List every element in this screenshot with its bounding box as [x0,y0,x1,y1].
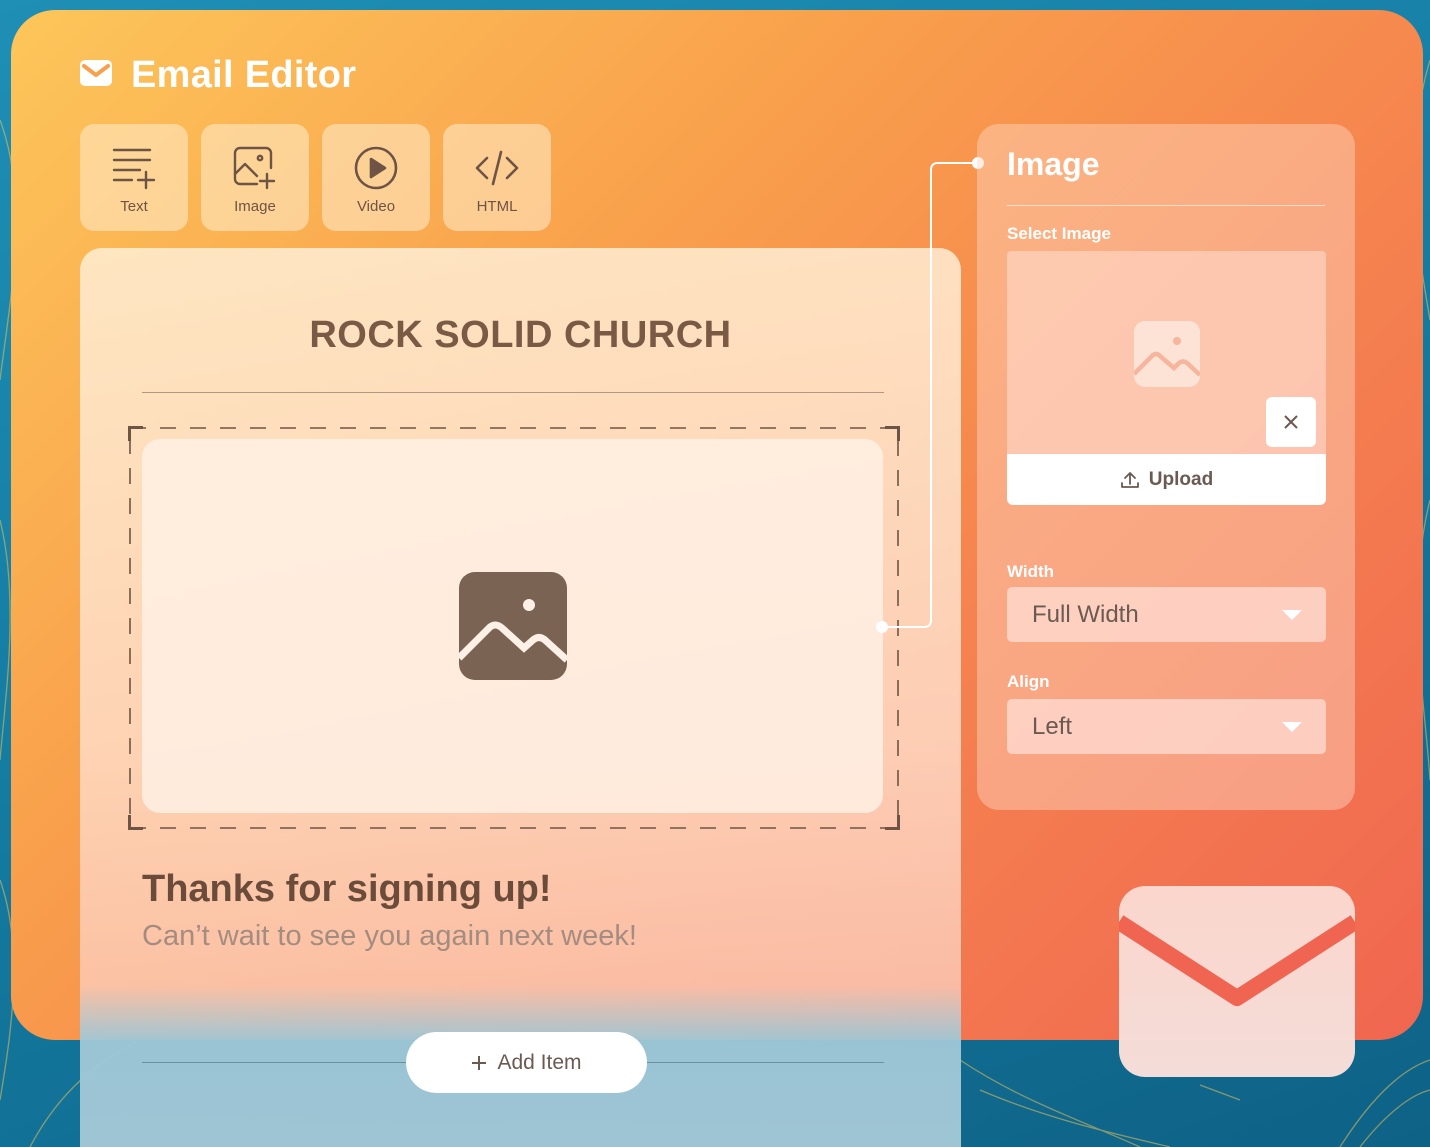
panel-divider [1007,205,1325,206]
tool-image-button[interactable]: Image [201,124,309,231]
width-value: Full Width [1032,600,1139,628]
chevron-down-icon [1282,722,1302,732]
width-label: Width [1007,562,1055,581]
tool-text-label: Text [120,198,148,215]
align-select[interactable]: Left [1007,699,1326,754]
email-heading[interactable]: ROCK SOLID CHURCH [80,314,961,357]
plus-icon [472,1055,487,1070]
tool-text-button[interactable]: Text [80,124,188,231]
upload-icon [1120,471,1139,488]
thanks-subtext[interactable]: Can’t wait to see you again next week! [142,920,637,953]
panel-title: Image [1007,146,1100,182]
heading-divider [142,392,884,393]
add-item-label: Add Item [497,1050,582,1074]
align-value: Left [1032,712,1073,740]
code-icon [475,150,519,186]
image-block[interactable] [142,439,883,813]
upload-button[interactable]: Upload [1007,454,1326,505]
tool-video-button[interactable]: Video [322,124,430,231]
play-icon [354,146,398,190]
align-label: Align [1007,672,1050,691]
block-toolbar: Text Image Video HTML [80,124,551,231]
envelope-icon [79,59,113,92]
close-icon [1284,415,1298,429]
select-image-label: Select Image [1007,224,1111,243]
tool-html-label: HTML [476,198,518,215]
tool-video-label: Video [356,198,396,215]
add-item-button[interactable]: Add Item [406,1032,647,1093]
image-settings-panel: Image Select Image Upload Width Full Wid… [977,124,1355,810]
image-add-icon [233,146,276,190]
app-header: Email Editor [79,54,356,97]
envelope-decoration-icon [1119,886,1355,1077]
tool-html-button[interactable]: HTML [443,124,551,231]
tool-image-label: Image [234,198,276,215]
chevron-down-icon [1282,610,1302,620]
text-add-icon [112,148,156,190]
image-placeholder-icon [458,572,567,680]
width-select[interactable]: Full Width [1007,587,1326,642]
image-icon [1134,321,1200,387]
app-title: Email Editor [131,54,357,96]
remove-image-button[interactable] [1266,397,1316,447]
thanks-heading[interactable]: Thanks for signing up! [142,868,552,911]
add-item-divider-left [142,1062,406,1063]
add-item-divider-right [647,1062,884,1063]
email-canvas: ROCK SOLID CHURCH Thanks for signing up!… [80,248,961,1147]
upload-label: Upload [1148,468,1214,490]
